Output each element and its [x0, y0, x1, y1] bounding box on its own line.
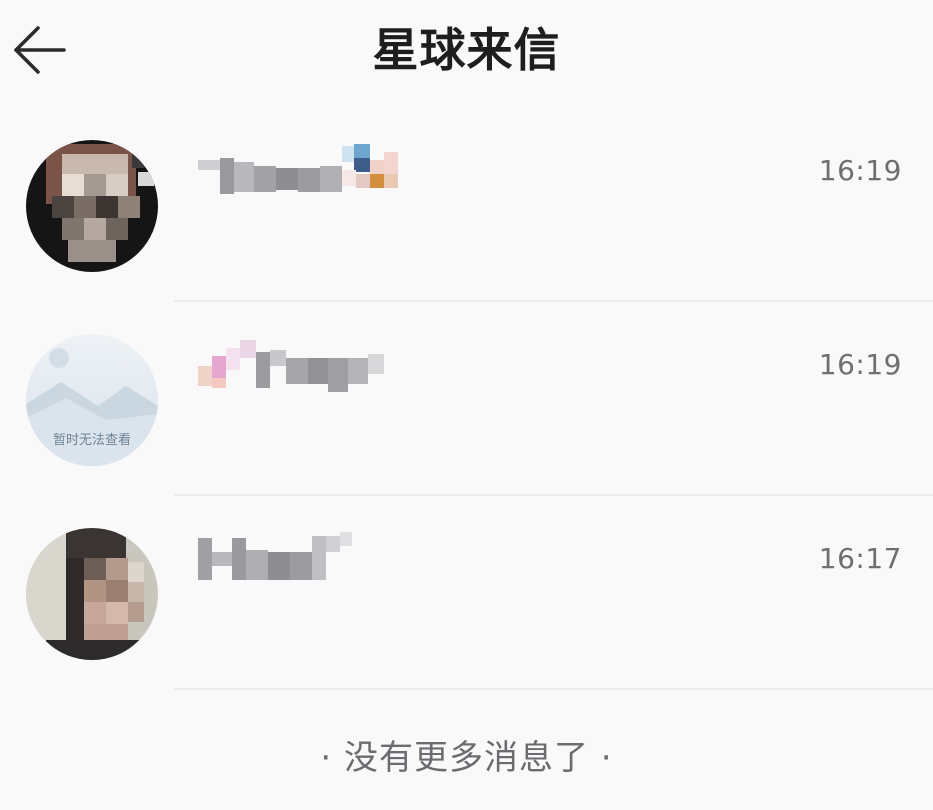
message-item[interactable]: 暂时无法查看 16:19 — [0, 302, 933, 496]
pixelated-name-icon — [198, 340, 384, 392]
message-list: 16:19 暂时无法查看 16:19 16:17 — [0, 108, 933, 690]
message-time: 16:19 — [818, 154, 902, 187]
pixelated-name-icon — [198, 144, 398, 194]
inbox-screen: 星球来信 16:19 暂时无法查看 16:19 16:17 · 没有更多消息了 … — [0, 0, 933, 810]
row-divider — [174, 688, 933, 690]
message-time: 16:17 — [818, 542, 902, 575]
avatar[interactable] — [26, 140, 158, 272]
sender-name-redacted — [198, 140, 408, 200]
user-avatar-icon — [26, 528, 158, 660]
image-placeholder-icon: 暂时无法查看 — [26, 334, 158, 466]
pixelated-name-icon — [198, 532, 352, 580]
sender-name-redacted — [198, 334, 398, 394]
no-more-messages-label: · 没有更多消息了 · — [320, 738, 613, 778]
message-item[interactable]: 16:17 — [0, 496, 933, 690]
header-bar: 星球来信 — [0, 0, 933, 100]
page-title: 星球来信 — [372, 23, 561, 77]
sender-name-redacted — [198, 528, 358, 588]
avatar[interactable]: 暂时无法查看 — [26, 334, 158, 466]
message-time: 16:19 — [818, 348, 902, 381]
message-item[interactable]: 16:19 — [0, 108, 933, 302]
user-avatar-icon — [26, 140, 158, 272]
placeholder-label: 暂时无法查看 — [53, 432, 131, 448]
avatar[interactable] — [26, 528, 158, 660]
